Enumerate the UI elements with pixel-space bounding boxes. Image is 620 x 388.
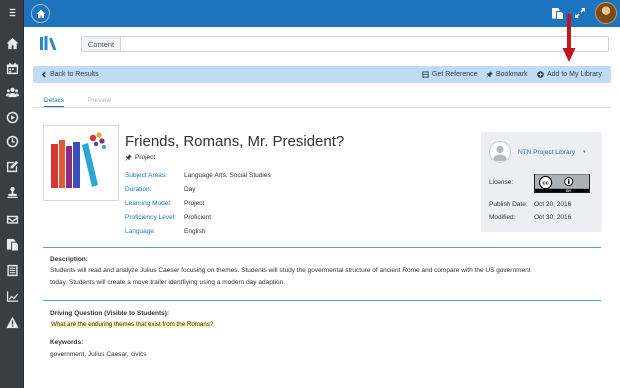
- tab-preview[interactable]: Preview: [88, 97, 111, 104]
- resource-type: Project: [125, 154, 155, 161]
- section-divider: [43, 300, 601, 301]
- keywords-text: government, Julius Caesar, civics: [50, 351, 147, 358]
- driving-question-heading: Driving Question (Visible to Students):: [50, 310, 170, 317]
- subject-areas-label: Subject Areas:: [125, 172, 167, 179]
- learning-model-label: Learning Model:: [125, 200, 172, 207]
- resource-type-label: Project: [135, 154, 156, 161]
- duration-value: Day: [184, 186, 196, 193]
- library-info-card: NTN Project Library ▾ License: cc BY Pub…: [481, 132, 602, 232]
- back-to-results-label: Back to Results: [50, 71, 99, 78]
- project-icon: [125, 154, 132, 161]
- stamp-icon[interactable]: [0, 183, 24, 201]
- resource-cover-image: [43, 125, 119, 201]
- calendar-icon[interactable]: [0, 59, 24, 77]
- back-to-results-button[interactable]: Back to Results: [40, 66, 99, 83]
- bookmark-button[interactable]: Bookmark: [486, 66, 528, 83]
- app-window: Content Back to Results Get Reference Bo…: [0, 0, 620, 388]
- driving-question-text: What are the enduring themes that exist …: [50, 321, 215, 328]
- user-avatar[interactable]: [595, 2, 617, 24]
- library-logo-icon: [40, 36, 57, 50]
- modified-label: Modified:: [489, 214, 516, 221]
- pin-icon: [486, 71, 493, 78]
- content-search-bar: Content: [81, 36, 609, 52]
- language-label: Language:: [125, 228, 156, 235]
- publish-date-value: Oct 20, 2016: [534, 201, 572, 208]
- chart-icon[interactable]: [0, 287, 24, 305]
- duration-label: Duration:: [125, 186, 152, 193]
- search-scope-label[interactable]: Content: [82, 37, 121, 51]
- license-label: License:: [489, 179, 514, 186]
- modified-date-value: Oct 30, 2016: [534, 214, 572, 221]
- cc-license-badge[interactable]: cc BY: [534, 174, 590, 193]
- chevron-left-icon: [41, 71, 46, 78]
- keywords-heading: Keywords:: [50, 339, 84, 346]
- add-to-my-library-button[interactable]: Add to My Library: [537, 66, 602, 83]
- description-line-1: Students will read and analyze Julius Ca…: [50, 267, 531, 274]
- resource-title: Friends, Romans, Mr. President?: [125, 133, 345, 150]
- library-avatar: [489, 141, 511, 163]
- section-divider: [43, 247, 601, 248]
- top-bar: [24, 0, 620, 27]
- detail-tabs: Details Preview: [33, 95, 611, 108]
- plus-circle-icon: [537, 71, 544, 78]
- books-illustration: [51, 132, 106, 188]
- get-reference-label: Get Reference: [432, 71, 478, 78]
- annotation-arrow-icon: [562, 14, 576, 62]
- proficiency-level-label: Proficiency Level:: [125, 214, 176, 221]
- chevron-down-icon[interactable]: ▾: [583, 149, 586, 155]
- person-icon: [493, 145, 507, 161]
- learning-model-value: Project: [184, 200, 205, 207]
- warning-icon[interactable]: [0, 313, 24, 331]
- action-bar: Back to Results Get Reference Bookmark A…: [33, 66, 611, 83]
- home-button[interactable]: [31, 4, 50, 23]
- menu-icon[interactable]: [0, 3, 24, 21]
- description-heading: Description:: [50, 256, 88, 263]
- cc-by-mark: BY: [566, 189, 572, 193]
- subject-areas-value: Language Arts, Social Studies: [184, 172, 271, 179]
- play-circle-icon[interactable]: [0, 108, 24, 126]
- creative-commons-icon: cc BY: [535, 174, 589, 193]
- cc-mark: cc: [542, 181, 549, 187]
- copy-icon[interactable]: [0, 235, 24, 253]
- edit-icon[interactable]: [0, 157, 24, 175]
- language-value: English: [184, 228, 206, 235]
- proficiency-level-value: Proficient: [184, 214, 212, 221]
- description-line-2: today. Students will create a move trail…: [50, 279, 286, 286]
- tab-details[interactable]: Details: [44, 97, 64, 107]
- home-icon: [36, 9, 45, 18]
- bookmark-label: Bookmark: [496, 71, 528, 78]
- add-to-my-library-label: Add to My Library: [547, 71, 602, 78]
- home-icon[interactable]: [0, 34, 24, 52]
- library-name-link[interactable]: NTN Project Library: [518, 149, 575, 156]
- mail-icon[interactable]: [0, 210, 24, 228]
- clock-icon[interactable]: [0, 132, 24, 150]
- left-sidebar: [0, 0, 24, 388]
- search-input[interactable]: [121, 37, 608, 51]
- reference-icon: [422, 71, 429, 78]
- get-reference-button[interactable]: Get Reference: [422, 66, 478, 83]
- users-icon[interactable]: [0, 83, 24, 101]
- page-scrollbar[interactable]: [612, 27, 620, 388]
- list-icon[interactable]: [0, 261, 24, 279]
- publish-date-label: Publish Date:: [489, 201, 528, 208]
